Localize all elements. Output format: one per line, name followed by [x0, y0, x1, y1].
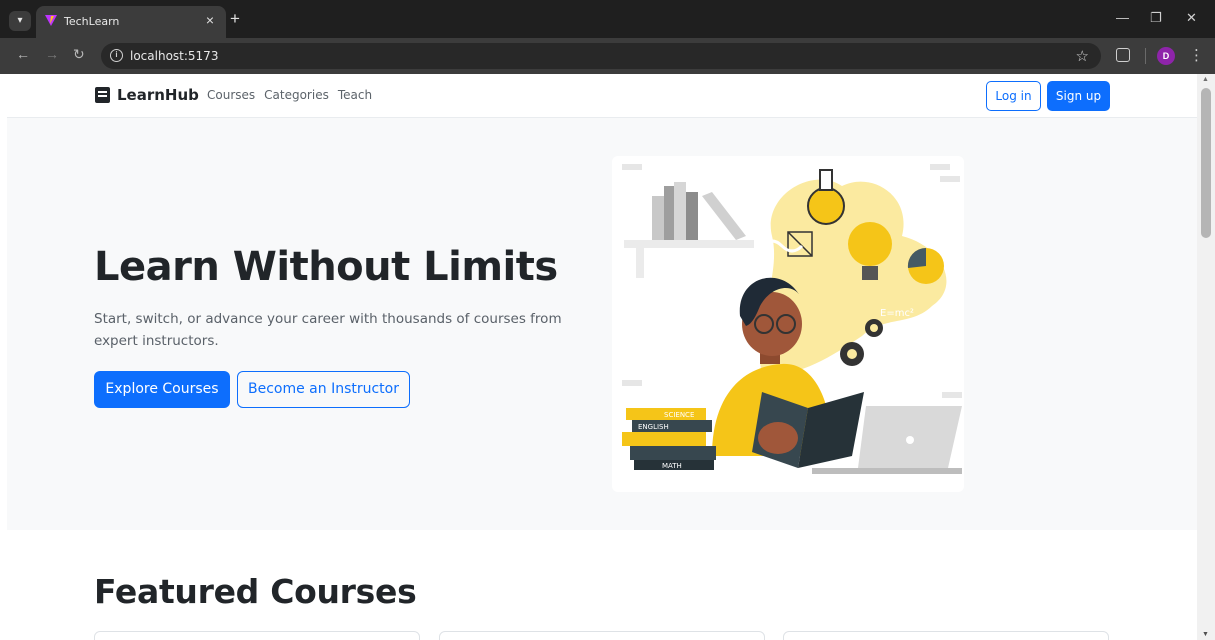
- featured-courses-heading: Featured Courses: [94, 572, 417, 611]
- nav-link-teach[interactable]: Teach: [338, 88, 372, 102]
- address-bar[interactable]: i localhost:5173 ☆: [101, 43, 1101, 69]
- profile-avatar[interactable]: D: [1157, 47, 1175, 65]
- become-instructor-button[interactable]: Become an Instructor: [237, 371, 410, 408]
- close-window-icon[interactable]: ✕: [1186, 10, 1197, 26]
- book-label-science: SCIENCE: [664, 411, 694, 419]
- browser-tab-bar: ▾ TechLearn × + — ❐ ✕: [0, 0, 1215, 38]
- course-card[interactable]: [783, 631, 1109, 640]
- signup-button[interactable]: Sign up: [1047, 81, 1110, 111]
- close-tab-icon[interactable]: ×: [206, 12, 214, 28]
- nav-links: Courses Categories Teach: [207, 88, 372, 102]
- browser-menu-icon[interactable]: ⋮: [1189, 46, 1204, 64]
- page-scrollbar[interactable]: ▲ ▼: [1197, 74, 1215, 640]
- course-card[interactable]: [439, 631, 765, 640]
- site-navbar: LearnHub Courses Categories Teach Log in…: [7, 74, 1197, 118]
- book-label-math: MATH: [662, 462, 682, 470]
- scroll-up-icon[interactable]: ▲: [1202, 76, 1209, 83]
- login-button[interactable]: Log in: [986, 81, 1041, 111]
- new-tab-icon[interactable]: +: [230, 9, 240, 29]
- nav-link-courses[interactable]: Courses: [207, 88, 255, 102]
- book-icon: [95, 87, 110, 103]
- nav-link-categories[interactable]: Categories: [264, 88, 329, 102]
- minimize-icon[interactable]: —: [1116, 10, 1129, 25]
- bookmark-star-icon[interactable]: ☆: [1076, 47, 1089, 65]
- restore-icon[interactable]: ❐: [1150, 10, 1162, 26]
- scrollbar-thumb[interactable]: [1201, 88, 1211, 238]
- browser-toolbar: ← → ↻ i localhost:5173 ☆ D ⋮: [0, 38, 1215, 74]
- course-card[interactable]: [94, 631, 420, 640]
- forward-icon[interactable]: →: [45, 46, 59, 62]
- hero-subtitle: Start, switch, or advance your career wi…: [94, 311, 562, 349]
- scroll-down-icon[interactable]: ▼: [1202, 631, 1209, 638]
- brand-name: LearnHub: [117, 86, 199, 104]
- book-label-english: ENGLISH: [638, 423, 669, 431]
- formula-text: E=mc²: [880, 308, 914, 319]
- tab-search-button[interactable]: ▾: [9, 11, 31, 31]
- vite-favicon-icon: [45, 15, 57, 26]
- explore-courses-button[interactable]: Explore Courses: [94, 371, 230, 408]
- reload-icon[interactable]: ↻: [73, 46, 85, 63]
- brand-logo[interactable]: LearnHub: [95, 86, 199, 104]
- site-info-icon[interactable]: i: [110, 49, 123, 62]
- hero-illustration: E=mc² SCIENCE ENGLISH MATH: [612, 156, 964, 492]
- back-icon[interactable]: ←: [16, 46, 30, 62]
- browser-tab[interactable]: TechLearn ×: [36, 6, 226, 38]
- page-viewport: LearnHub Courses Categories Teach Log in…: [7, 74, 1197, 640]
- toolbar-divider: [1145, 48, 1146, 64]
- tab-title: TechLearn: [64, 15, 120, 28]
- student-reading-illustration: E=mc² SCIENCE ENGLISH MATH: [622, 164, 962, 474]
- hero-title: Learn Without Limits: [94, 244, 558, 290]
- url-text[interactable]: localhost:5173: [130, 49, 218, 63]
- extensions-icon[interactable]: [1116, 48, 1130, 62]
- hero-section: Learn Without Limits Start, switch, or a…: [7, 118, 1197, 530]
